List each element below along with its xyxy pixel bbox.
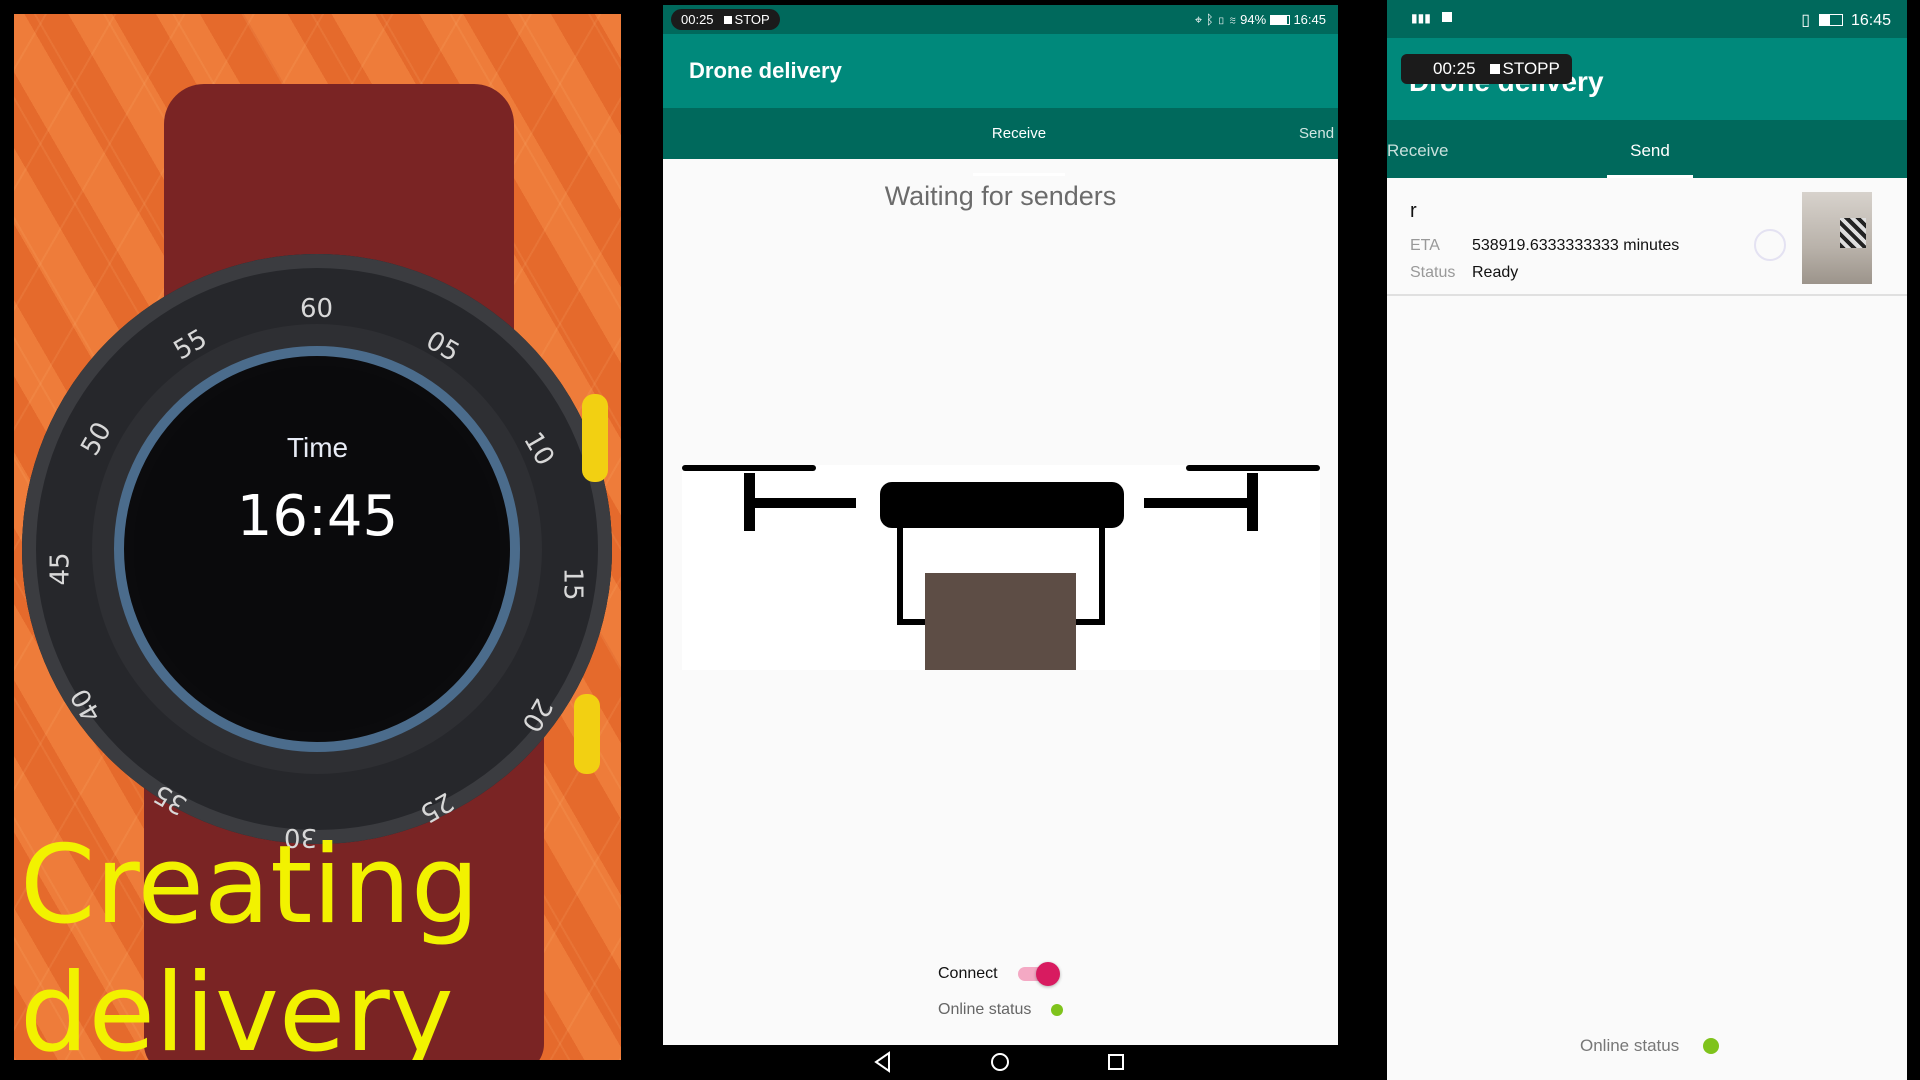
online-status-label: Online status [1580,1036,1680,1055]
phone-screen: ▮▮▮ ▯ 16:45 Drone delivery 00:25 STOPP R… [1387,0,1907,1080]
tab-receive[interactable]: Receive [1387,141,1448,161]
app-bar: Drone delivery [663,34,1338,108]
recording-stop-button[interactable]: STOPP [1489,59,1560,79]
status-icons-right: ▯ 16:45 [1801,10,1891,30]
bluetooth-icon: ᛒ [1205,12,1214,27]
status-bar: ▮▮▮ ▯ 16:45 [1387,0,1907,38]
arm-left [746,498,856,508]
recording-stop-button[interactable]: STOP [723,12,770,27]
vibrate-icon: ▯ [1801,12,1811,29]
app-title: Drone delivery [689,58,842,83]
bezel-number: 60 [300,294,334,324]
online-status-row: Online status [1580,1036,1720,1056]
tab-send[interactable]: Send [1299,125,1334,142]
status-clock: 16:45 [1850,12,1891,29]
stop-icon [723,16,732,24]
online-status-row: Online status [938,1001,1064,1019]
stop-icon [1489,64,1500,74]
recording-time: 00:25 [1433,59,1476,78]
screen-recording-pill[interactable]: 00:25 STOPP [1401,54,1572,84]
online-status-dot [1051,1004,1064,1016]
tab-send[interactable]: Send [1607,120,1693,178]
online-status-label: Online status [938,1001,1032,1018]
overlay-caption: Creating delivery [20,822,479,1060]
recording-time: 00:25 [681,12,714,27]
eta-value: 538919.6333333333 minutes [1472,237,1680,254]
eta-label: ETA [1410,237,1440,254]
tab-bar: Receive Send [663,108,1338,176]
watch-photo-panel: 60 05 10 15 20 25 30 35 40 45 50 55 Time… [14,14,621,1060]
navigation-bar [663,1045,1338,1080]
waiting-message: Waiting for senders [884,181,1117,211]
toggle-thumb [1035,962,1060,986]
watch-time-value: 16:45 [236,484,399,549]
connect-label: Connect [938,965,998,982]
back-triangle-icon[interactable] [873,1051,893,1073]
recents-square-icon[interactable] [1106,1051,1126,1073]
watch-time-label: Time [286,432,349,463]
battery-icon [1818,14,1843,26]
signal-icon: ▮▮▮ [1411,11,1431,25]
thumbnail-tv-detail [1840,218,1866,248]
status-label: Status [1410,264,1456,281]
watch-crown-bottom [574,694,600,774]
status-value: Ready [1472,264,1519,281]
propeller-right [1186,465,1320,471]
drone-body [880,482,1124,528]
connect-row: Connect [938,962,1060,986]
delivery-list-item[interactable]: r ETA 538919.6333333333 minutes Status R… [1387,178,1907,296]
select-radio-button[interactable] [1754,229,1786,261]
tab-receive[interactable]: Receive [973,125,1065,176]
location-icon: ⌖ [1194,12,1203,27]
status-clock: 16:45 [1293,12,1326,27]
caption-line-1: Creating [20,823,480,948]
tablet-screen: 00:25 STOP ⌖ ᛒ ▯ ≋ 94% 16:45 Drone deliv… [663,5,1338,1080]
status-icons: ⌖ ᛒ ▯ ≋ 94% 16:45 [1195,12,1326,28]
screen-recording-pill[interactable]: 00:25 STOP [671,9,780,30]
watch-face [134,366,500,732]
package-box [925,573,1076,670]
status-bar: 00:25 STOP ⌖ ᛒ ▯ ≋ 94% 16:45 [663,5,1338,34]
vibrate-icon: ▯ [1217,12,1226,27]
status-icons-left: ▮▮▮ [1411,11,1453,25]
online-status-dot [1703,1038,1720,1054]
caption-line-2: delivery [20,951,454,1060]
wifi-icon: ≋ [1228,12,1237,27]
bezel-number: 15 [557,567,588,601]
battery-percent: 94% [1240,12,1267,27]
home-circle-icon[interactable] [989,1051,1011,1073]
battery-icon [1269,15,1290,25]
notification-square-icon [1442,12,1453,22]
delivery-photo-thumbnail[interactable] [1802,192,1872,284]
drone-illustration [682,465,1320,670]
delivery-name: r [1410,200,1417,222]
propeller-left [682,465,816,471]
connect-toggle[interactable] [1017,962,1060,986]
arm-right [1144,498,1254,508]
bezel-number: 45 [45,552,76,586]
tab-bar: Receive Send [1387,120,1907,178]
